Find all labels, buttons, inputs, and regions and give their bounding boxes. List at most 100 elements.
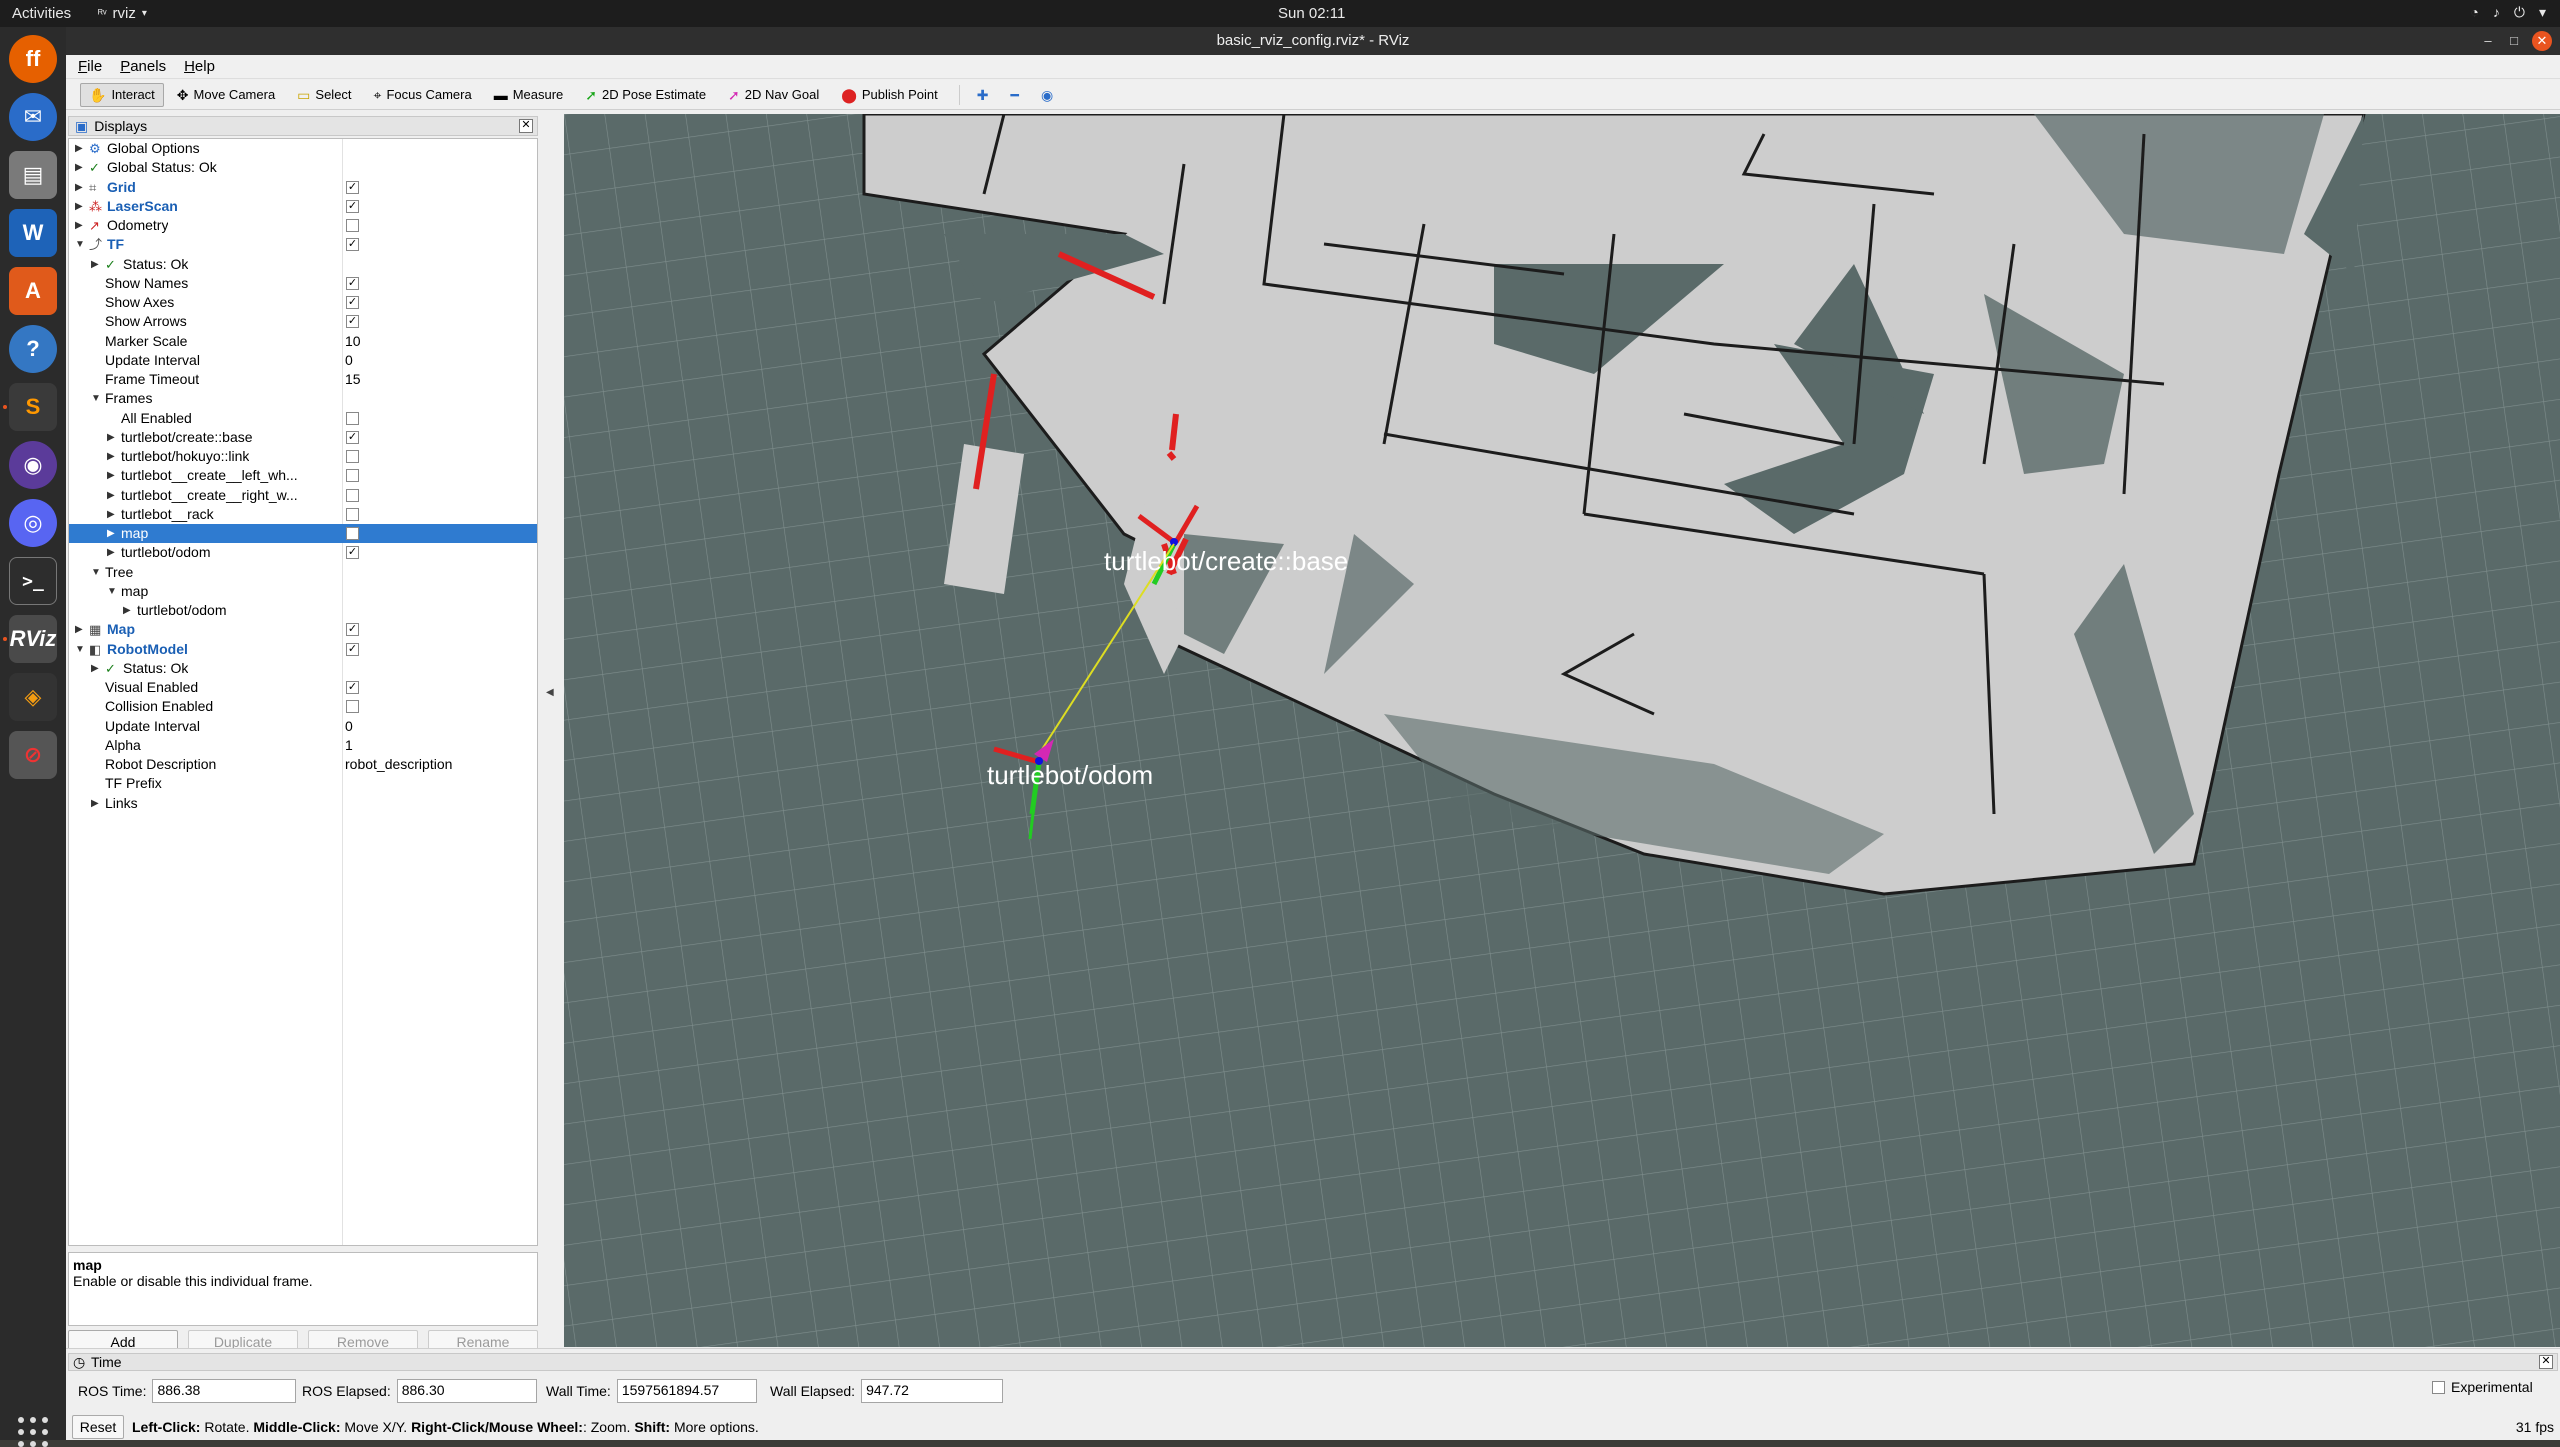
enable-checkbox[interactable]: ✓ xyxy=(346,296,359,309)
close-icon[interactable]: ✕ xyxy=(2532,31,2552,51)
expand-arrow-icon[interactable]: ▶ xyxy=(75,216,83,235)
display-row[interactable]: ▶ ✓ Status: Ok xyxy=(69,659,537,678)
property-value[interactable]: robot_description xyxy=(345,755,452,774)
help-icon[interactable]: ? xyxy=(9,325,57,373)
display-row[interactable]: ▶ ✓ Global Status: Ok xyxy=(69,158,537,177)
enable-checkbox[interactable] xyxy=(346,488,359,502)
terminal-icon[interactable]: >_ xyxy=(9,557,57,605)
display-row[interactable]: Show Names ✓ xyxy=(69,274,537,293)
select-tool[interactable]: ▭ Select xyxy=(288,83,360,107)
display-row[interactable]: Marker Scale 10 xyxy=(69,332,537,351)
display-row[interactable]: ▶ ⁂ LaserScan ✓ xyxy=(69,197,537,216)
display-row[interactable]: ▼ ◧ RobotModel ✓ xyxy=(69,640,537,659)
firefox-icon[interactable]: ff xyxy=(9,35,57,83)
enable-checkbox[interactable] xyxy=(346,469,359,483)
move-camera-tool[interactable]: ✥ Move Camera xyxy=(168,83,284,107)
enable-checkbox[interactable]: ✓ xyxy=(346,430,359,444)
expand-arrow-icon[interactable]: ▶ xyxy=(75,178,83,197)
display-row[interactable]: Show Arrows ✓ xyxy=(69,312,537,331)
display-row[interactable]: Frame Timeout 15 xyxy=(69,370,537,389)
rviz-icon[interactable]: RViz xyxy=(9,615,57,663)
display-row[interactable]: ▶ map xyxy=(69,524,537,543)
expand-arrow-icon[interactable]: ▶ xyxy=(123,601,131,620)
thunderbird-icon[interactable]: ✉ xyxy=(9,93,57,141)
expand-arrow-icon[interactable]: ▶ xyxy=(107,505,115,524)
collapse-arrow-icon[interactable]: ▼ xyxy=(75,235,85,254)
wall-time-field[interactable]: 1597561894.57 xyxy=(616,1379,757,1403)
display-row[interactable]: ▶ ↗ Odometry xyxy=(69,216,537,235)
menu-help[interactable]: Help xyxy=(184,58,215,75)
expand-arrow-icon[interactable]: ▶ xyxy=(107,543,115,562)
tool-properties-button[interactable]: ◉ xyxy=(1032,83,1062,107)
display-row[interactable]: ▼ map xyxy=(69,582,537,601)
expand-arrow-icon[interactable]: ▶ xyxy=(91,659,99,678)
enable-checkbox[interactable]: ✓ xyxy=(346,315,359,329)
collapse-arrow-icon[interactable]: ▼ xyxy=(91,389,101,408)
disk-icon[interactable]: ⊘ xyxy=(9,731,57,779)
enable-checkbox[interactable]: ✓ xyxy=(346,546,359,560)
nav-goal-tool[interactable]: ➚ 2D Nav Goal xyxy=(719,83,828,107)
display-row[interactable]: ▶ ▦ Map ✓ xyxy=(69,620,537,639)
focus-camera-tool[interactable]: ⌖ Focus Camera xyxy=(365,83,481,107)
panel-splitter[interactable]: ◀ xyxy=(546,687,554,698)
files-icon[interactable]: ▤ xyxy=(9,151,57,199)
display-row[interactable]: ▶ Links xyxy=(69,794,537,813)
remove-tool-button[interactable]: ━ xyxy=(1002,83,1028,107)
display-row[interactable]: ▶ turtlebot__rack xyxy=(69,505,537,524)
enable-checkbox[interactable] xyxy=(346,411,359,425)
display-row[interactable]: Visual Enabled ✓ xyxy=(69,678,537,697)
enable-checkbox[interactable] xyxy=(346,219,359,232)
publish-point-tool[interactable]: ⬤ Publish Point xyxy=(832,83,947,107)
enable-checkbox[interactable] xyxy=(346,700,359,714)
display-row[interactable]: Update Interval 0 xyxy=(69,351,537,370)
display-row[interactable]: ▶ turtlebot/odom ✓ xyxy=(69,543,537,562)
experimental-checkbox[interactable] xyxy=(2432,1380,2445,1394)
close-panel-icon[interactable]: ✕ xyxy=(2539,1355,2553,1369)
enable-checkbox[interactable]: ✓ xyxy=(346,238,359,252)
interact-tool[interactable]: ✋ Interact xyxy=(80,82,164,107)
display-row[interactable]: ▶ turtlebot/hokuyo::link xyxy=(69,447,537,466)
display-row[interactable]: ▶ ✓ Status: Ok xyxy=(69,255,537,274)
enable-checkbox[interactable] xyxy=(346,527,359,540)
clock[interactable]: Sun 02:11 xyxy=(1278,5,1345,22)
maximize-icon[interactable]: □ xyxy=(2504,31,2524,51)
ros-time-field[interactable]: 886.38 xyxy=(152,1379,297,1403)
expand-arrow-icon[interactable]: ▶ xyxy=(75,158,83,177)
stack-icon[interactable]: ◈ xyxy=(9,673,57,721)
expand-arrow-icon[interactable]: ▶ xyxy=(75,139,83,158)
display-row[interactable]: ▶ ⚙ Global Options xyxy=(69,139,537,158)
system-tray[interactable]: ◔ ♪ ⏻ ▾ xyxy=(2470,4,2546,21)
property-value[interactable]: 15 xyxy=(345,370,361,389)
activities-button[interactable]: Activities xyxy=(12,5,71,22)
collapse-arrow-icon[interactable]: ▼ xyxy=(75,640,85,659)
pose-estimate-tool[interactable]: ➚ 2D Pose Estimate xyxy=(576,83,715,107)
display-row[interactable]: ▶ turtlebot__create__right_w... xyxy=(69,486,537,505)
enable-checkbox[interactable]: ✓ xyxy=(346,681,359,694)
expand-arrow-icon[interactable]: ▶ xyxy=(75,620,83,639)
property-value[interactable]: 1 xyxy=(345,736,353,755)
property-value[interactable]: 0 xyxy=(345,717,353,736)
software-center-icon[interactable]: A xyxy=(9,267,57,315)
menu-panels[interactable]: Panels xyxy=(120,58,166,75)
enable-checkbox[interactable]: ✓ xyxy=(346,276,359,290)
collapse-arrow-icon[interactable]: ▼ xyxy=(107,582,117,601)
display-row[interactable]: Show Axes ✓ xyxy=(69,293,537,312)
github-icon[interactable]: ◉ xyxy=(9,441,57,489)
display-row[interactable]: All Enabled xyxy=(69,409,537,428)
expand-arrow-icon[interactable]: ▶ xyxy=(75,197,83,216)
expand-arrow-icon[interactable]: ▶ xyxy=(91,255,99,274)
enable-checkbox[interactable]: ✓ xyxy=(346,642,359,656)
display-row[interactable]: Robot Description robot_description xyxy=(69,755,537,774)
expand-arrow-icon[interactable]: ▶ xyxy=(107,486,115,505)
wall-elapsed-field[interactable]: 947.72 xyxy=(861,1379,1004,1403)
expand-arrow-icon[interactable]: ▶ xyxy=(107,428,115,447)
ros-elapsed-field[interactable]: 886.30 xyxy=(396,1379,537,1403)
enable-checkbox[interactable]: ✓ xyxy=(346,180,359,194)
display-row[interactable]: ▶ turtlebot__create__left_wh... xyxy=(69,466,537,485)
expand-arrow-icon[interactable]: ▶ xyxy=(107,447,115,466)
app-menu[interactable]: ᴿᵛ rviz ▾ xyxy=(98,5,147,22)
window-titlebar[interactable]: basic_rviz_config.rviz* - RViz – □ ✕ xyxy=(66,27,2560,55)
enable-checkbox[interactable] xyxy=(346,507,359,521)
enable-checkbox[interactable]: ✓ xyxy=(346,623,359,637)
property-value[interactable]: 10 xyxy=(345,332,361,351)
